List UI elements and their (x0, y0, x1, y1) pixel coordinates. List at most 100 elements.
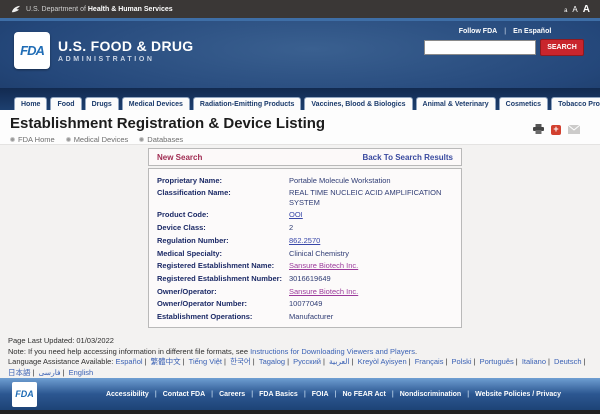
field-value[interactable]: Sansure Biotech Inc. (289, 261, 358, 271)
language-assistance-row: Language Assistance Available: Español| … (8, 357, 592, 378)
footer-link-item: Careers| (219, 391, 253, 398)
new-search-link[interactable]: New Search (157, 153, 202, 162)
back-to-search-results-link[interactable]: Back To Search Results (362, 153, 453, 162)
en-espanol-link[interactable]: En Español (513, 28, 551, 35)
language-link[interactable]: Français (415, 357, 444, 366)
footer-link[interactable]: No FEAR Act (342, 391, 385, 398)
footer-link-item: Accessibility| (106, 391, 157, 398)
footer-link-item: FDA Basics | (259, 391, 306, 398)
nav-tab[interactable]: Animal & Veterinary (416, 97, 496, 110)
footer-links: Accessibility| Contact FDA| Careers| FDA… (37, 391, 600, 398)
breadcrumb-label: Databases (147, 135, 183, 144)
footer-link[interactable]: Contact FDA (163, 391, 205, 398)
language-separator: | (584, 357, 586, 366)
breadcrumb-item[interactable]: Medical Devices (66, 135, 129, 144)
language-link[interactable]: Español (115, 357, 142, 366)
bullet-icon (66, 137, 71, 142)
printer-icon[interactable] (533, 121, 544, 139)
site-footer-bar: FDA Accessibility| Contact FDA| Careers|… (0, 378, 600, 410)
email-icon[interactable] (568, 121, 580, 139)
share-icon[interactable]: + (551, 125, 561, 135)
field-label: Device Class: (157, 223, 289, 233)
language-item: فارسی| (39, 368, 67, 377)
breadcrumb-item[interactable]: Databases (139, 135, 183, 144)
nav-tab[interactable]: Vaccines, Blood & Biologics (304, 97, 412, 110)
breadcrumb-item[interactable]: FDA Home (10, 135, 55, 144)
language-link[interactable]: Kreyòl Ayisyen (358, 357, 407, 366)
language-item: Español| (115, 357, 148, 366)
language-link[interactable]: فارسی (39, 368, 61, 377)
language-item: Italiano| (522, 357, 552, 366)
table-row: Classification Name: REAL TIME NUCLEIC A… (157, 187, 453, 209)
header-link-separator (504, 28, 506, 35)
table-row: Device Class: 2 (157, 222, 453, 235)
nav-tab[interactable]: Radiation-Emitting Products (193, 97, 302, 110)
field-value: 3016619649 (289, 274, 331, 284)
hhs-department-label[interactable]: U.S. Department of Health & Human Servic… (26, 6, 173, 13)
footer-fda-logo[interactable]: FDA (12, 382, 37, 407)
footer-link[interactable]: FDA Basics (259, 391, 298, 398)
field-label: Owner/Operator Number: (157, 299, 289, 309)
page-footer-text: Page Last Updated: 01/03/2022 Note: If y… (0, 332, 600, 378)
language-link[interactable]: Tagalog (259, 357, 285, 366)
language-item: Deutsch| (554, 357, 587, 366)
breadcrumb-label: FDA Home (18, 135, 55, 144)
language-assistance-label: Language Assistance Available: (8, 357, 113, 366)
footer-link[interactable]: Website Policies / Privacy (475, 391, 561, 398)
main-nav: Home Food Drugs Medical Devices Radiatio… (0, 88, 600, 110)
footer-link[interactable]: Nondiscrimination (400, 391, 461, 398)
font-size-medium-button[interactable]: A (572, 5, 577, 14)
nav-tab[interactable]: Drugs (85, 97, 119, 110)
site-search: SEARCH (424, 39, 586, 56)
org-name-line1: U.S. FOOD & DRUG (58, 38, 193, 54)
language-link[interactable]: Italiano (522, 357, 546, 366)
nav-tab[interactable]: Cosmetics (499, 97, 548, 110)
language-item: Tiếng Việt| (189, 357, 228, 366)
language-link[interactable]: Deutsch (554, 357, 582, 366)
language-link[interactable]: Português (480, 357, 514, 366)
header-utility-area: Follow FDA En Español SEARCH (424, 28, 586, 56)
table-row: Medical Specialty: Clinical Chemistry (157, 247, 453, 260)
language-item: 한국어| (230, 357, 257, 366)
nav-tab[interactable]: Food (50, 97, 81, 110)
field-value[interactable]: Sansure Biotech Inc. (289, 287, 358, 297)
footer-link[interactable]: Careers (219, 391, 245, 398)
search-button[interactable]: SEARCH (540, 39, 584, 56)
font-size-large-button[interactable]: A (583, 4, 590, 15)
nav-tab[interactable]: Tobacco Products (551, 97, 600, 110)
breadcrumb: FDA Home Medical Devices Databases (10, 135, 590, 144)
nav-tab[interactable]: Home (14, 97, 47, 110)
language-separator: | (253, 357, 255, 366)
language-link[interactable]: 繁體中文 (151, 357, 181, 366)
font-size-small-button[interactable]: a (564, 8, 567, 14)
language-separator: | (323, 357, 325, 366)
note-suffix: . (415, 347, 417, 356)
footer-link-separator: | (304, 391, 306, 398)
language-link[interactable]: 한국어 (230, 357, 251, 366)
field-value[interactable]: OOI (289, 210, 303, 220)
nav-tab[interactable]: Medical Devices (122, 97, 190, 110)
language-separator: | (183, 357, 185, 366)
language-link[interactable]: Tiếng Việt (189, 357, 222, 366)
language-link[interactable]: العربية (329, 357, 350, 366)
device-record-table: Proprietary Name: Portable Molecule Work… (148, 168, 462, 328)
page-action-icons: + (533, 121, 580, 139)
page-title-bar: Establishment Registration & Device List… (0, 110, 600, 145)
follow-fda-link[interactable]: Follow FDA (459, 28, 498, 35)
table-row: Product Code: OOI (157, 209, 453, 222)
language-separator: | (33, 368, 35, 377)
language-link[interactable]: Polski (452, 357, 472, 366)
language-link[interactable]: 日本語 (8, 368, 31, 377)
language-link[interactable]: Русский (293, 357, 321, 366)
search-input[interactable] (424, 40, 536, 55)
viewers-players-link[interactable]: Instructions for Downloading Viewers and… (250, 347, 415, 356)
footer-link-separator: | (392, 391, 394, 398)
field-value[interactable]: 862.2570 (289, 236, 320, 246)
fda-logo[interactable]: FDA (14, 32, 50, 69)
language-link[interactable]: English (69, 368, 94, 377)
footer-link[interactable]: FOIA (312, 391, 329, 398)
table-row: Owner/Operator Number: 10077049 (157, 298, 453, 311)
field-label: Owner/Operator: (157, 287, 289, 297)
footer-link[interactable]: Accessibility (106, 391, 149, 398)
field-value: Clinical Chemistry (289, 249, 349, 259)
